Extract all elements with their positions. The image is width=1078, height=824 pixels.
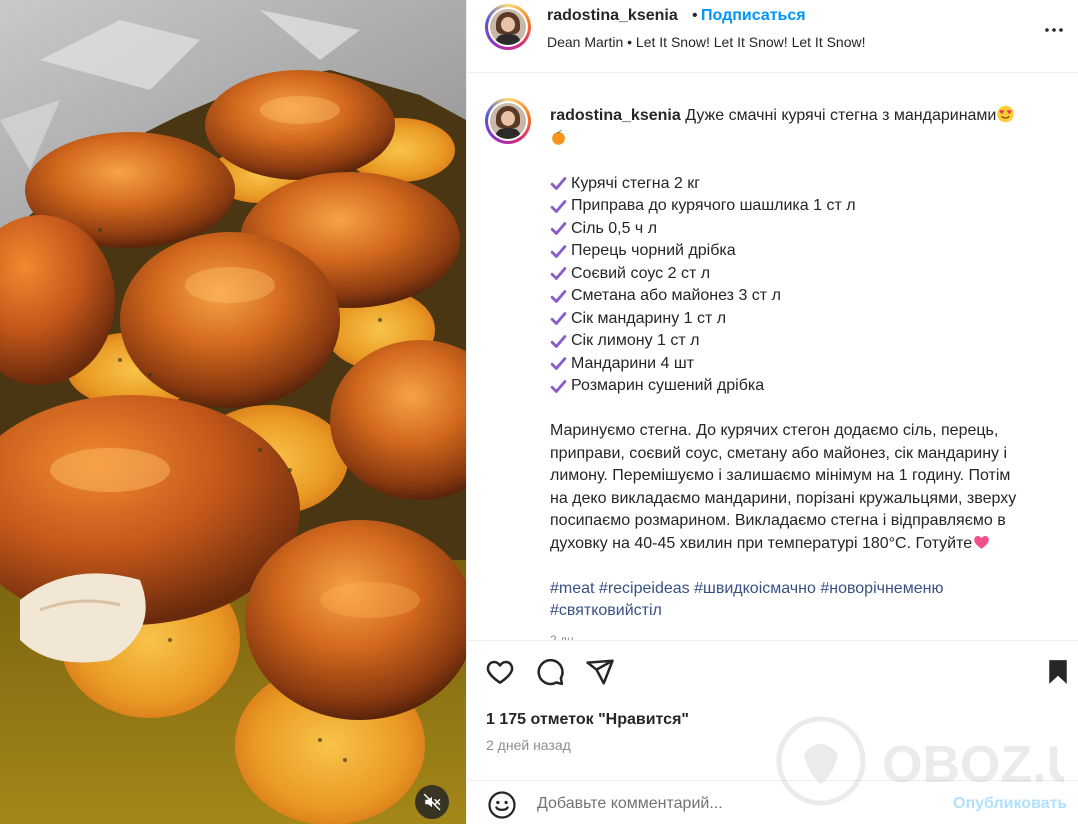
check-mark-icon — [550, 357, 567, 371]
post-media[interactable] — [0, 0, 466, 824]
check-mark-icon — [550, 267, 567, 281]
list-item: Перець чорний дрібка — [550, 240, 1060, 263]
hashtag-link[interactable]: #новорічнеменю — [820, 580, 943, 597]
check-mark-icon — [550, 312, 567, 326]
heart-outline-icon[interactable] — [485, 657, 515, 687]
avatar[interactable] — [485, 98, 531, 144]
ingredient-text: Приправа до курячого шашлика 1 ст л — [571, 197, 856, 214]
hashtag-link[interactable]: #святковийстіл — [550, 602, 662, 619]
comment-input[interactable] — [537, 791, 937, 817]
hashtag-link[interactable]: #швидкоісмачно — [694, 580, 816, 597]
bookmark-icon[interactable] — [1043, 657, 1073, 687]
instruction-line: приправи, соєвий соус, сметану або майон… — [550, 444, 1008, 462]
list-item: Соєвий соус 2 ст л — [550, 263, 1060, 286]
tangerine-icon — [552, 129, 565, 145]
mute-toggle-button[interactable] — [415, 785, 449, 819]
likes-count[interactable]: 1 175 отметок "Нравится" — [486, 711, 689, 729]
list-item: Сіль 0,5 ч л — [550, 218, 1060, 241]
instruction-line: духовку на 40-45 хвилин при температурі … — [550, 534, 973, 552]
ingredient-text: Мандарини 4 шт — [571, 354, 695, 372]
instruction-line-last: духовку на 40-45 хвилин при температурі … — [550, 533, 1060, 556]
caption-title-line: radostina_ksenia Дуже смачні курячі стег… — [550, 105, 1060, 128]
comment-box: Опубликовать — [467, 780, 1078, 824]
caption-emoji-line — [550, 128, 1060, 151]
post-time[interactable]: 2 дней назад — [486, 737, 571, 753]
music-attribution[interactable]: Dean Martin • Let It Snow! Let It Snow! … — [547, 34, 866, 50]
food-photo — [0, 0, 466, 824]
ingredient-text: Сметана або майонез 3 ст л — [571, 287, 781, 304]
list-item: Приправа до курячого шашлика 1 ст л — [550, 195, 1060, 218]
ingredient-text: Сік лимону 1 ст л — [571, 332, 700, 349]
check-mark-icon — [550, 379, 567, 393]
list-item: Розмарин сушений дрібка — [550, 375, 1060, 398]
ingredient-text: Перець чорний дрібка — [571, 242, 736, 259]
speaker-muted-icon — [423, 793, 441, 811]
hashtags: #meat #recipeideas #швидкоісмачно #новор… — [550, 578, 1060, 623]
check-mark-icon — [550, 334, 567, 348]
check-mark-icon — [550, 177, 567, 191]
list-item: Сметана або майонез 3 ст л — [550, 285, 1060, 308]
emoji-smiley-icon[interactable] — [487, 790, 517, 820]
hashtag-link[interactable]: #meat — [550, 580, 594, 597]
list-item: Сік мандарину 1 ст л — [550, 308, 1060, 331]
ingredient-text: Розмарин сушений дрібка — [571, 377, 765, 394]
instruction-line: лимону. Перемішуємо і залишаємо мінімум … — [550, 467, 1011, 484]
avatar[interactable] — [485, 4, 531, 50]
heart-eyes-icon — [997, 105, 1015, 123]
caption-title: Дуже смачні курячі стегна з мандаринами — [685, 107, 997, 124]
check-mark-icon — [550, 199, 567, 213]
post-actions: 1 175 отметок "Нравится" 2 дней назад — [467, 640, 1078, 780]
list-item: Курячі стегна 2 кг — [550, 173, 1060, 196]
check-mark-icon — [550, 244, 567, 258]
caption-username[interactable]: radostina_ksenia — [550, 107, 681, 124]
instructions-text: Маринуємо стегна. До курячих стегон дода… — [550, 420, 1060, 555]
hashtag-link[interactable]: #recipeideas — [599, 580, 690, 597]
more-horizontal-icon[interactable] — [1042, 18, 1066, 42]
post-panel: radostina_ksenia • Подписаться Dean Mart… — [466, 0, 1078, 824]
ingredient-text: Соєвий соус 2 ст л — [571, 264, 711, 282]
list-item: Сік лимону 1 ст л — [550, 330, 1060, 353]
instruction-line: Маринуємо стегна. До курячих стегон дода… — [550, 422, 999, 439]
instruction-line: посипаємо розмарином. Викладаємо стегна … — [550, 512, 1006, 529]
caption-text: radostina_ksenia Дуже смачні курячі стег… — [550, 105, 1060, 640]
author-username[interactable]: radostina_ksenia — [547, 7, 678, 25]
caption-timestamp[interactable]: 2 дн — [550, 629, 1060, 641]
separator-dot: • — [692, 7, 698, 24]
pink-heart-icon — [974, 535, 989, 549]
ingredient-text: Сіль 0,5 ч л — [571, 219, 658, 237]
instruction-line: на деко викладаємо мандарини, порізані к… — [550, 489, 1017, 507]
check-mark-icon — [550, 222, 567, 236]
publish-button[interactable]: Опубликовать — [953, 795, 1067, 813]
post-header: radostina_ksenia • Подписаться Dean Mart… — [467, 0, 1078, 73]
ingredients-list: Курячі стегна 2 кг Приправа до курячого … — [550, 173, 1060, 398]
check-mark-icon — [550, 289, 567, 303]
follow-button[interactable]: Подписаться — [701, 7, 806, 25]
ingredient-text: Курячі стегна 2 кг — [571, 174, 701, 192]
caption-area: radostina_ksenia Дуже смачні курячі стег… — [467, 74, 1078, 640]
list-item: Мандарини 4 шт — [550, 353, 1060, 376]
comment-icon[interactable] — [535, 657, 565, 687]
ingredient-text: Сік мандарину 1 ст л — [571, 309, 727, 327]
send-icon[interactable] — [585, 657, 615, 687]
